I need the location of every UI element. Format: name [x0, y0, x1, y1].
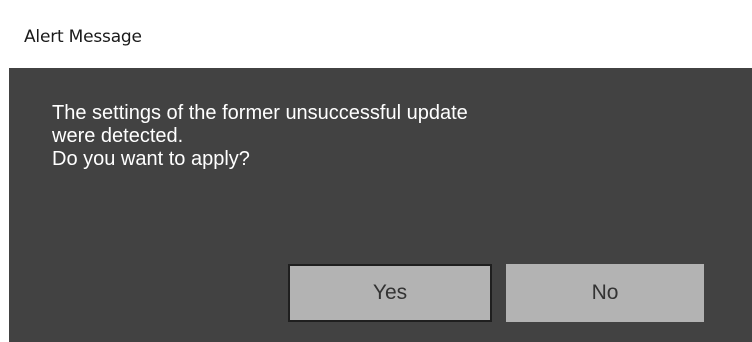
window-title: Alert Message	[24, 27, 142, 47]
alert-window: Alert Message The settings of the former…	[0, 0, 752, 342]
yes-button[interactable]: Yes	[288, 264, 492, 322]
title-bar[interactable]: Alert Message	[0, 0, 752, 68]
dialog-body: The settings of the former unsuccessful …	[9, 68, 752, 342]
message-line-3: Do you want to apply?	[52, 148, 250, 170]
message-line-2: were detected.	[52, 125, 184, 147]
alert-message: The settings of the former unsuccessful …	[52, 102, 692, 171]
no-button[interactable]: No	[506, 264, 704, 322]
message-line-1: The settings of the former unsuccessful …	[52, 102, 468, 124]
